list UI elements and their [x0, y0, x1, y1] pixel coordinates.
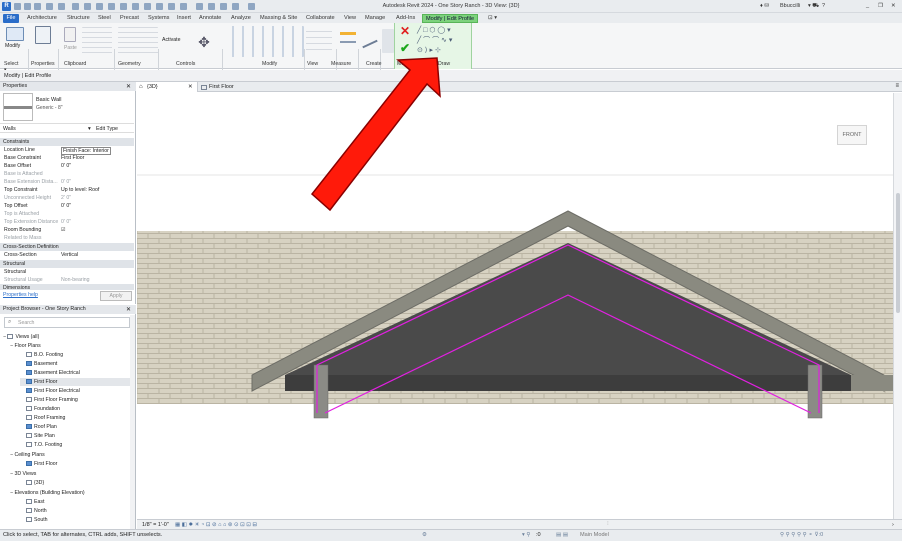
- red-arrow-annotation: [310, 57, 441, 212]
- worksharing-icon[interactable]: ▾ ⚲: [522, 530, 530, 541]
- design-options-icon[interactable]: ▤ ▤: [556, 530, 568, 541]
- workset-icon[interactable]: ⚙: [422, 530, 427, 541]
- view-control-bar: 1/8" = 1'-0" ▦ ◧ ✹ ☀ ◔ ⊡ ⊘ ⌂ ⌂ ⊚ ⊙ ⊡ ⊡ ⊟…: [137, 519, 902, 529]
- main-model-selector[interactable]: Main Model: [580, 530, 609, 541]
- scroll-grip[interactable]: ⁝: [607, 519, 609, 529]
- arrow-icon: [310, 57, 441, 212]
- status-hint: Click to select, TAB for alternates, CTR…: [3, 532, 163, 538]
- selection-count: :0: [536, 532, 541, 538]
- selection-settings-icons[interactable]: ⚲ ⚲ ⚲ ⚲ ⚲ ⚬ ⊽:0: [780, 530, 823, 541]
- status-bar: Click to select, TAB for alternates, CTR…: [0, 529, 902, 541]
